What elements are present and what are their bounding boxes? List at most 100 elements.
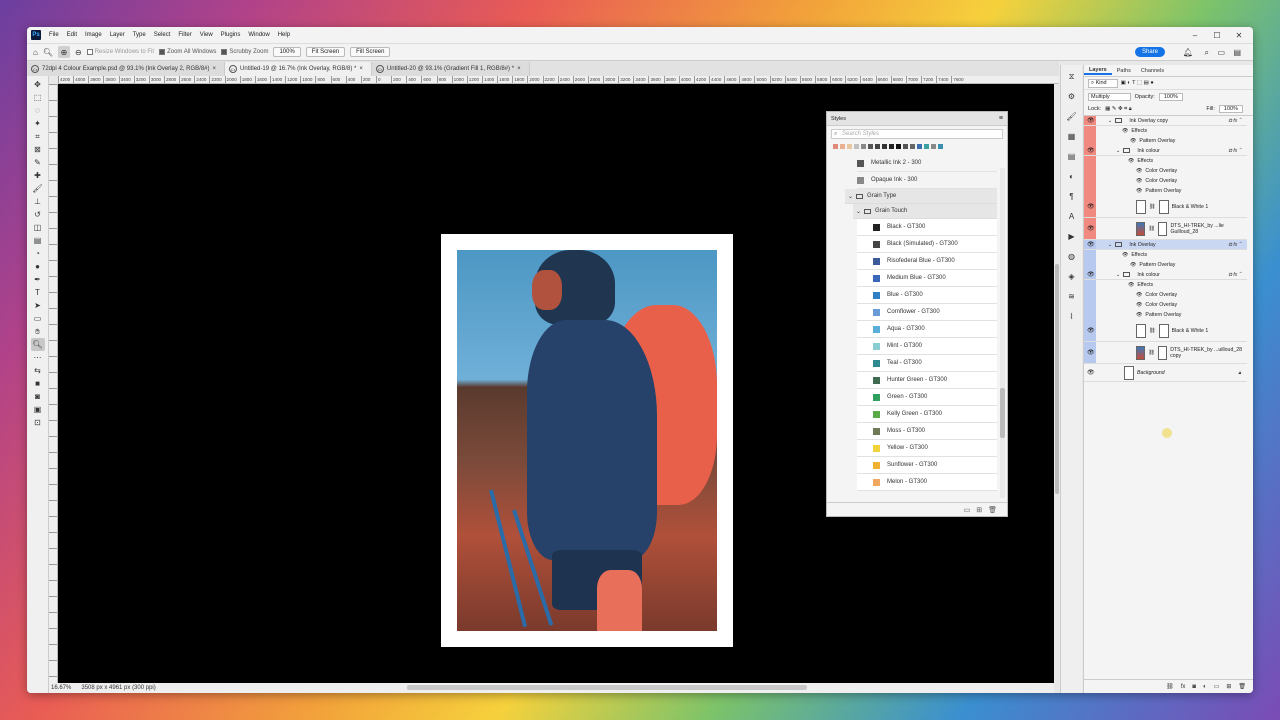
menu-plugins[interactable]: Plugins [217,32,245,38]
effect-eye-icon[interactable]: 👁︎ [1122,128,1128,134]
history-icon[interactable]: ⧖ [1065,70,1079,83]
style-swatch[interactable] [889,144,894,149]
style-item[interactable]: Green - GT300 [857,389,997,406]
layer-row[interactable]: 👁︎ ⌄ Ink Overlay copy ⧉ fx ⌃ [1084,116,1247,126]
panel-menu-icon[interactable]: ≡ [999,115,1003,122]
history-brush-icon[interactable]: ↺ [31,208,45,221]
style-swatch[interactable] [847,144,852,149]
style-swatch[interactable] [938,144,943,149]
effect-eye-icon[interactable]: 👁︎ [1136,292,1142,298]
move-tool-icon[interactable]: ✥ [31,78,45,91]
brush-tool-icon[interactable]: 🖌︎ [31,182,45,195]
visibility-eye-icon[interactable]: 👁︎ [1087,225,1095,232]
document-tab[interactable]: Cr Untitled-19 @ 16.7% (Ink Overlay, RGB/… [225,62,372,76]
horizontal-scrollbar[interactable] [407,685,807,690]
expand-arrow-icon[interactable]: ⌄ [1108,118,1112,124]
layer-row[interactable]: 👁︎ Background 🔒︎ [1084,364,1247,382]
new-style-icon[interactable]: ⊞ [976,506,982,514]
menu-help[interactable]: Help [274,32,294,38]
fit-screen-button[interactable]: Fit Screen [305,47,346,57]
zoom-out-icon[interactable]: ⊖ [75,48,82,57]
document-tab[interactable]: Cr 72dpi 4 Colour Example.psd @ 93.1% (In… [27,62,226,76]
layer-row[interactable]: 👁︎ ⛓︎ DTS_HI-TREK_by ...lie Guilloud_28 [1084,218,1247,240]
style-item[interactable]: Hunter Green - GT300 [857,372,997,389]
effect-eye-icon[interactable]: 👁︎ [1136,312,1142,318]
visibility-eye-icon[interactable]: 👁︎ [1087,117,1095,124]
properties-icon[interactable]: ⚙ [1065,90,1079,103]
new-layer-icon[interactable]: ⊞ [1226,683,1231,690]
effect-row[interactable]: 👁︎ Color Overlay [1084,176,1247,186]
styles-scrollbar[interactable] [1000,168,1005,498]
style-swatch[interactable] [903,144,908,149]
style-swatch[interactable] [868,144,873,149]
hand-tool-icon[interactable]: ✋︎ [31,325,45,338]
layer-row[interactable]: 👁︎ ⛓︎ Black & White 1 [1084,196,1247,218]
effect-row[interactable]: 👁︎ Pattern Overlay [1084,310,1247,320]
effect-row[interactable]: 👁︎ Effects [1084,280,1247,290]
style-item[interactable]: Teal - GT300 [857,355,997,372]
new-group-icon[interactable]: ▭ [964,506,971,514]
resize-windows-option[interactable]: Resize Windows to Fit [86,49,154,55]
group-icon[interactable]: ▭ [1214,683,1220,690]
style-item[interactable]: Opaque Ink - 300 [857,172,997,189]
style-item[interactable]: Aqua - GT300 [857,321,997,338]
delete-layer-icon[interactable]: 🗑︎ [1238,683,1246,690]
lasso-tool-icon[interactable]: ◌ [31,104,45,117]
style-swatch[interactable] [875,144,880,149]
zoom-in-icon[interactable]: ⊕ [58,46,70,58]
channels-icon[interactable]: ≋ [1065,290,1079,303]
healing-brush-icon[interactable]: ✚ [31,169,45,182]
effect-row[interactable]: 👁︎ Effects [1084,250,1247,260]
document-page[interactable] [441,234,733,647]
styles-search-input[interactable]: ⌕ Search Styles [831,129,1003,139]
style-swatch[interactable] [924,144,929,149]
style-item[interactable]: Yellow - GT300 [857,440,997,457]
visibility-eye-icon[interactable]: 👁︎ [1087,241,1095,248]
filter-kind-select[interactable]: ⌕ Kind [1088,78,1118,88]
close-tab-icon[interactable]: × [517,66,521,72]
search-icon[interactable]: ⌕ [1205,48,1209,58]
zoom-100-button[interactable]: 100% [273,47,301,57]
style-swatch[interactable] [896,144,901,149]
delete-icon[interactable]: 🗑︎ [988,506,997,514]
blend-mode-select[interactable]: Multiply [1088,92,1131,101]
dodge-tool-icon[interactable]: ● [31,260,45,273]
zoom-level[interactable]: 16.67% [51,685,71,691]
style-item[interactable]: Cornflower - GT300 [857,304,997,321]
visibility-eye-icon[interactable]: 👁︎ [1087,147,1095,154]
effect-row[interactable]: 👁︎ Effects [1084,156,1247,166]
minimize-icon[interactable]: – [1185,27,1205,43]
effect-eye-icon[interactable]: 👁︎ [1128,158,1134,164]
layer-row[interactable]: 👁︎ ⛓︎ Black & White 1 [1084,320,1247,342]
panels-icon[interactable]: ▤ [1233,48,1241,57]
path-selection-icon[interactable]: ➤ [31,299,45,312]
close-tab-icon[interactable]: × [359,66,363,72]
effect-row[interactable]: 👁︎ Color Overlay [1084,290,1247,300]
layer-row[interactable]: 👁︎ ⌄ Ink colour ⧉ fx ⌃ [1084,270,1247,280]
effect-row[interactable]: 👁︎ Color Overlay [1084,166,1247,176]
effect-eye-icon[interactable]: 👁︎ [1130,138,1136,144]
bell-icon[interactable]: 🔔︎ [1183,48,1193,57]
fill-input[interactable]: 100% [1218,105,1243,113]
layer-row[interactable]: 👁︎ ⌄ Ink colour ⧉ fx ⌃ [1084,146,1247,156]
layer-row[interactable]: 👁︎ ⌄ Ink Overlay ⧉ fx ⌃ [1084,240,1247,250]
styles-title[interactable]: Styles [831,116,846,122]
share-button[interactable]: Share [1134,47,1165,57]
menu-window[interactable]: Window [244,32,273,38]
style-swatch[interactable] [882,144,887,149]
tab-layers[interactable]: Layers [1084,67,1112,75]
eraser-icon[interactable]: ◫ [31,221,45,234]
adjustments-icon[interactable]: ◐ [1065,170,1079,183]
style-item[interactable]: Melon - GT300 [857,474,997,491]
swatches-icon[interactable]: ▦ [1065,130,1079,143]
tab-paths[interactable]: Paths [1112,68,1136,74]
zoom-tool-icon[interactable]: 🔍︎ [30,338,45,351]
menu-edit[interactable]: Edit [63,32,81,38]
visibility-eye-icon[interactable]: 👁︎ [1087,327,1095,334]
marquee-tool-icon[interactable]: ⬚ [31,91,45,104]
effect-row[interactable]: 👁︎ Color Overlay [1084,300,1247,310]
menu-type[interactable]: Type [129,32,150,38]
style-item[interactable]: Medium Blue - GT300 [857,270,997,287]
link-icon[interactable]: ⛓︎ [1166,683,1174,690]
libraries-icon[interactable]: ▤ [1065,150,1079,163]
